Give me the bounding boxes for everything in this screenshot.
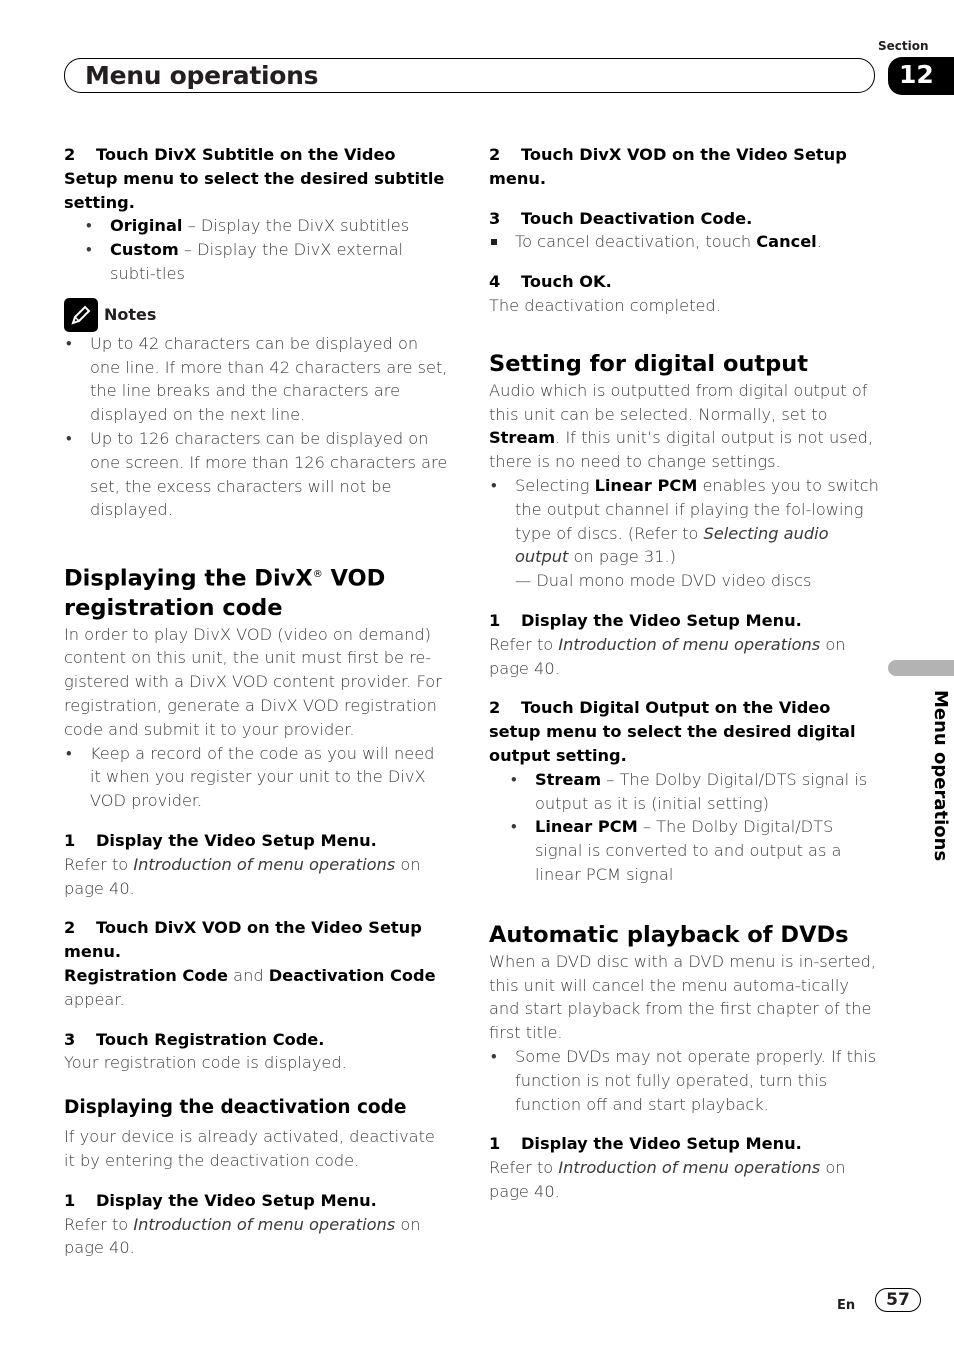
step-heading: 3 Touch Deactivation Code. xyxy=(489,208,753,228)
step-heading: 2 Touch Digital Output on the Video setup… xyxy=(489,698,856,765)
section-heading: Setting for digital output xyxy=(489,350,809,377)
paragraph: Refer to Introduction of menu operations… xyxy=(489,1158,846,1201)
side-tab-marker xyxy=(888,660,954,676)
list-item: Linear PCM – The Dolby Digital/DTS signa… xyxy=(489,815,879,886)
paragraph: Audio which is outputted from digital ou… xyxy=(489,380,874,472)
step-heading: 1 Display the Video Setup Menu. xyxy=(489,1134,802,1154)
step-heading: 1 Display the Video Setup Menu. xyxy=(64,831,377,851)
list-item: — Dual mono mode DVD video discs xyxy=(515,571,812,591)
step-heading: 2 Touch DivX VOD on the Video Setup menu. xyxy=(64,918,422,962)
right-column: 2 Touch DivX VOD on the Video Setup menu.… xyxy=(489,143,879,1204)
left-column: 2 Touch DivX Subtitle on the Video Setup … xyxy=(64,143,449,1260)
step-heading: 2 Touch DivX Subtitle on the Video Setup … xyxy=(64,145,445,212)
subsection-heading: Displaying the deactivation code xyxy=(64,1097,407,1119)
step-heading: 1 Display the Video Setup Menu. xyxy=(489,610,802,630)
paragraph: When a DVD disc with a DVD menu is in-se… xyxy=(489,951,877,1043)
list-item: Some DVDs may not operate properly. If t… xyxy=(489,1045,879,1116)
section-badge: 12 xyxy=(888,57,954,95)
step-heading: 2 Touch DivX VOD on the Video Setup menu. xyxy=(489,145,847,188)
note-item: Up to 126 characters can be displayed on… xyxy=(64,427,449,522)
notes-label: Notes xyxy=(104,304,157,324)
paragraph: If your device is already activated, dea… xyxy=(64,1127,435,1170)
section-label: Section xyxy=(878,39,929,53)
list-item: Keep a record of the code as you will ne… xyxy=(64,742,449,813)
paragraph: Refer to Introduction of menu operations… xyxy=(489,634,846,678)
list-item: Original – Display the DivX subtitles xyxy=(64,214,449,238)
paragraph: Refer to Introduction of menu operations… xyxy=(64,1214,421,1258)
page-title: Menu operations xyxy=(85,61,319,90)
pencil-icon xyxy=(64,297,98,332)
paragraph: Your registration code is displayed. xyxy=(64,1053,347,1073)
page-link[interactable]: Introduction of menu operations xyxy=(133,855,395,874)
paragraph: Registration Code and Deactivation Code … xyxy=(64,966,436,1009)
page-link[interactable]: Introduction of menu operations xyxy=(558,1158,820,1177)
language-label: En xyxy=(837,1298,856,1313)
paragraph: Refer to Introduction of menu operations… xyxy=(64,854,421,898)
section-number: 12 xyxy=(899,60,934,89)
notes-header: Notes xyxy=(64,297,449,332)
side-tab-label: Menu operations xyxy=(930,690,951,862)
list-item: Stream – The Dolby Digital/DTS signal is… xyxy=(489,768,879,816)
section-heading: Displaying the DivX® VOD registration co… xyxy=(64,565,386,621)
paragraph: The deactivation completed. xyxy=(489,295,721,315)
paragraph: In order to play DivX VOD (video on dema… xyxy=(64,624,442,739)
list-item: To cancel deactivation, touch Cancel. xyxy=(489,230,879,254)
step-heading: 3 Touch Registration Code. xyxy=(64,1029,325,1049)
section-heading: Automatic playback of DVDs xyxy=(489,921,849,948)
note-item: Up to 42 characters can be displayed on … xyxy=(64,332,449,427)
page-link[interactable]: Introduction of menu operations xyxy=(558,635,820,654)
page-number: 57 xyxy=(875,1288,921,1312)
header-bar: Menu operations xyxy=(64,58,875,93)
list-item: Selecting Linear PCM enables you to swit… xyxy=(489,474,879,569)
step-heading: 4 Touch OK. xyxy=(489,272,612,292)
step-heading: 1 Display the Video Setup Menu. xyxy=(64,1190,377,1210)
page-link[interactable]: Introduction of menu operations xyxy=(133,1215,395,1234)
list-item: Custom – Display the DivX external subti… xyxy=(64,238,449,286)
